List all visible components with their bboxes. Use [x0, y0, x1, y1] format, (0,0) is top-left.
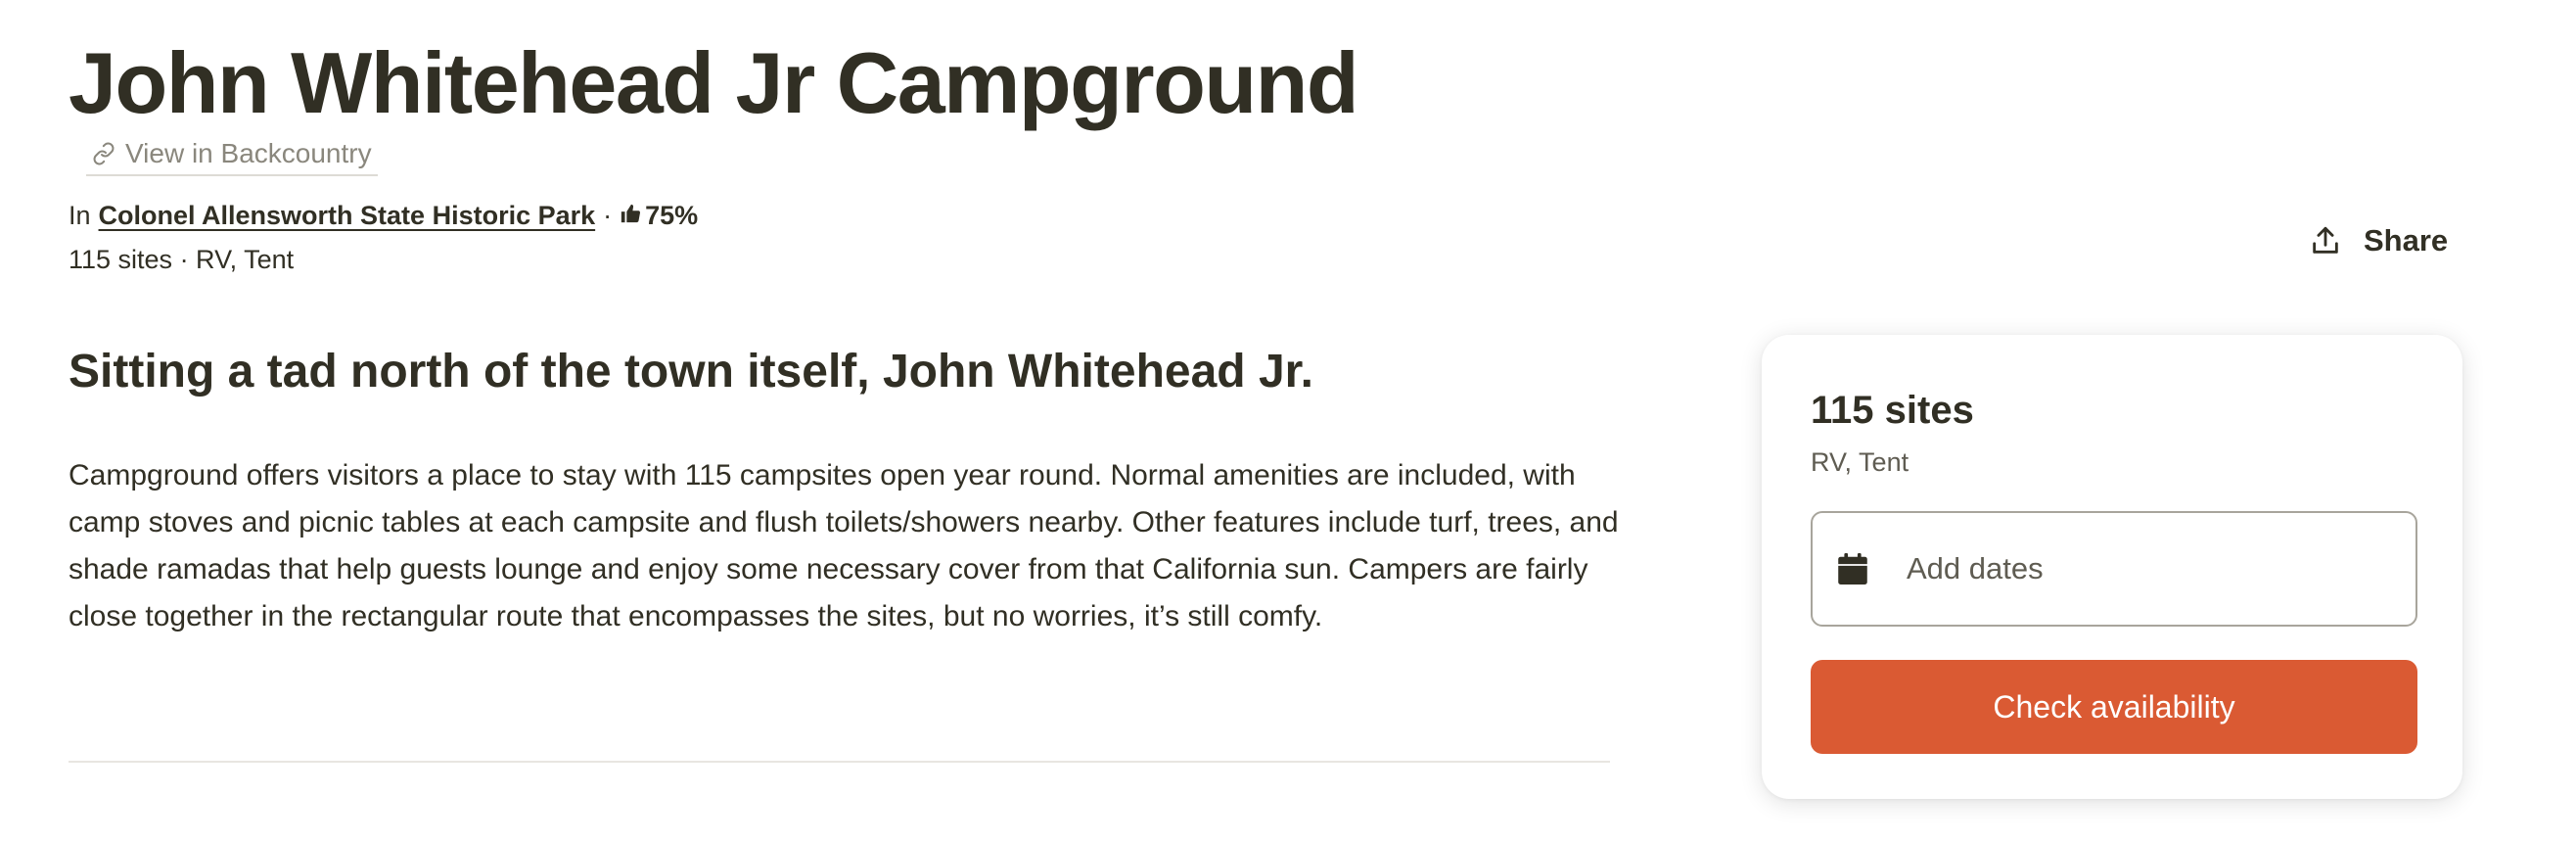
park-info: In Colonel Allensworth State Historic Pa…: [69, 196, 698, 235]
page-title: John Whitehead Jr Campground: [69, 34, 1359, 131]
card-sites-count: 115 sites: [1811, 389, 1974, 432]
booking-card: 115 sites RV, Tent Add dates Check avail…: [1762, 335, 2462, 799]
link-icon: [92, 142, 115, 165]
thumbs-up-icon: [620, 201, 641, 231]
view-in-backcountry-link[interactable]: View in Backcountry: [86, 133, 378, 176]
description-heading: Sitting a tad north of the town itself, …: [69, 346, 1313, 398]
park-prefix: In: [69, 200, 91, 230]
card-site-types: RV, Tent: [1811, 447, 1909, 477]
add-dates-label: Add dates: [1907, 551, 2044, 585]
share-icon: [2309, 224, 2342, 257]
separator-dot: ·: [603, 200, 613, 230]
description-body: Campground offers visitors a place to st…: [69, 459, 1619, 632]
site-summary: 115 sites · RV, Tent: [69, 244, 295, 274]
rating-value: 75%: [645, 200, 699, 230]
section-divider: [69, 761, 1610, 763]
share-button[interactable]: Share: [2305, 215, 2452, 266]
calendar-icon: [1838, 553, 1867, 585]
check-availability-button[interactable]: Check availability: [1811, 660, 2417, 754]
add-dates-field[interactable]: Add dates: [1811, 511, 2417, 627]
view-link-label: View in Backcountry: [125, 138, 372, 168]
park-link[interactable]: Colonel Allensworth State Historic Park: [99, 201, 596, 231]
share-label: Share: [2364, 223, 2449, 257]
